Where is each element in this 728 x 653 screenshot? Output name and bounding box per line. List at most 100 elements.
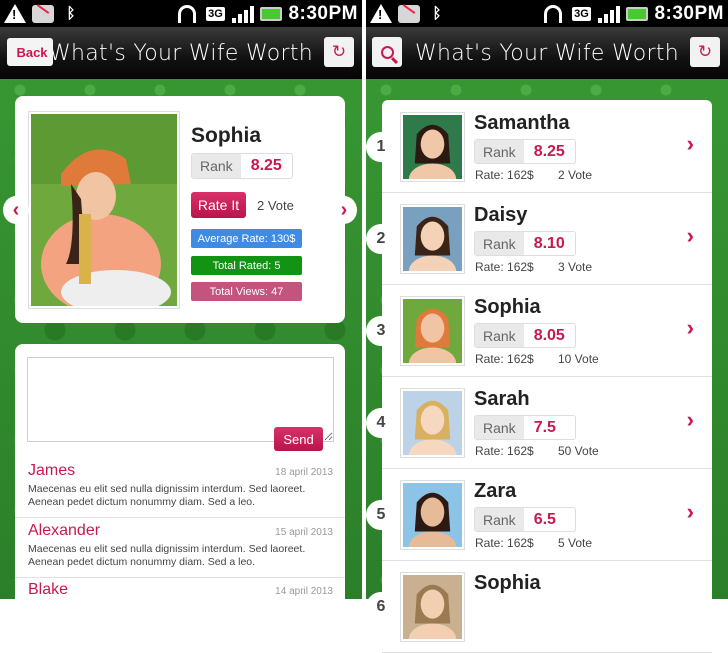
rank-value: 7.5 [533, 418, 556, 436]
title-bar: Back What's Your Wife Worth ↻ [0, 27, 362, 79]
back-button[interactable]: Back [7, 38, 53, 66]
rank-box: Rank 8.10 [474, 231, 576, 256]
app-title: What's Your Wife Worth [414, 40, 680, 66]
chevron-right-icon[interactable]: › [687, 131, 694, 157]
wife-photo [400, 296, 465, 379]
rank-box: Rank 8.05 [474, 323, 576, 348]
comment-item: James 18 april 2013 Maecenas eu elit sed… [15, 462, 345, 518]
ranking-row[interactable]: 5 Zara Rank 6.5 Rate: 162$ 5 Vote › [366, 469, 712, 563]
rank-position: 1 [366, 132, 396, 162]
missed-call-icon [398, 4, 420, 24]
chevron-left-icon: ‹ [12, 198, 20, 221]
search-icon [380, 45, 394, 59]
refresh-icon: ↻ [697, 42, 713, 61]
comment-date: 18 april 2013 [275, 467, 333, 478]
ranking-row[interactable]: 6 Sophia [366, 561, 712, 653]
bluetooth-icon: ᛒ [66, 5, 76, 22]
profile-name: Sophia [191, 124, 262, 147]
profile-photo [28, 111, 180, 314]
alert-icon [370, 4, 392, 24]
rank-label: Rank [475, 508, 524, 531]
rate-text: Rate: 162$ [475, 444, 534, 458]
search-button[interactable] [372, 37, 402, 67]
rank-value: 8.10 [533, 234, 565, 252]
wife-photo [400, 388, 465, 471]
comment-author: James [28, 462, 76, 479]
wife-name: Sarah [474, 388, 530, 410]
status-bar: ᛒ 3G 8:30PM [366, 0, 728, 27]
rank-label: Rank [192, 154, 241, 178]
rank-position: 4 [366, 408, 396, 438]
comment-item: Blake 14 april 2013 [15, 581, 345, 599]
chevron-right-icon[interactable]: › [687, 499, 694, 525]
chevron-right-icon[interactable]: › [687, 315, 694, 341]
vote-count: 5 Vote [558, 536, 593, 550]
rank-box: Rank 8.25 [474, 139, 576, 164]
wife-photo [400, 112, 465, 195]
total-views-badge: Total Views: 47 [191, 282, 302, 301]
wife-photo-image [403, 299, 462, 379]
ranking-row[interactable]: 4 Sarah Rank 7.5 Rate: 162$ 50 Vote › [366, 377, 712, 471]
comment-text: Maecenas eu elit sed nulla dignissim int… [28, 543, 306, 568]
wife-name: Zara [474, 480, 517, 502]
rank-box: Rank 8.25 [191, 153, 293, 179]
signal-icon [598, 4, 621, 24]
wife-name: Daisy [474, 204, 528, 226]
rate-text: Rate: 162$ [475, 536, 534, 550]
rank-value: 8.05 [533, 326, 565, 344]
battery-icon [626, 4, 649, 24]
rate-text: Rate: 162$ [475, 260, 534, 274]
3g-icon: 3G [572, 6, 591, 21]
rate-text: Rate: 162$ [475, 168, 534, 182]
clock: 8:30PM [288, 2, 358, 24]
ranking-row[interactable]: 2 Daisy Rank 8.10 Rate: 162$ 3 Vote › [366, 193, 712, 287]
rank-box: Rank 6.5 [474, 507, 576, 532]
wife-name: Sophia [474, 572, 541, 594]
chevron-right-icon[interactable]: › [687, 407, 694, 433]
missed-call-icon [32, 4, 54, 24]
rank-value: 6.5 [533, 510, 556, 528]
previous-arrow[interactable]: ‹ [3, 196, 29, 224]
vote-count: 2 Vote [257, 198, 294, 213]
ranking-row[interactable]: 1 Samantha Rank 8.25 Rate: 162$ 2 Vote › [366, 101, 712, 195]
send-button[interactable]: Send [274, 427, 323, 451]
wife-name: Samantha [474, 112, 570, 134]
vote-count: 50 Vote [558, 444, 599, 458]
title-bar: What's Your Wife Worth ↻ [366, 27, 728, 79]
rank-value: 8.25 [533, 142, 565, 160]
average-rate-badge: Average Rate: 130$ [191, 229, 302, 248]
total-rated-badge: Total Rated: 5 [191, 256, 302, 275]
rank-position: 5 [366, 500, 396, 530]
refresh-button[interactable]: ↻ [690, 37, 720, 67]
rank-label: Rank [475, 324, 524, 347]
chevron-right-icon[interactable]: › [687, 223, 694, 249]
rank-box: Rank 7.5 [474, 415, 576, 440]
3g-icon: 3G [206, 6, 225, 21]
wife-photo-image [403, 207, 462, 287]
wife-name: Sophia [474, 296, 541, 318]
vote-count: 2 Vote [558, 168, 593, 182]
ranking-row[interactable]: 3 Sophia Rank 8.05 Rate: 162$ 10 Vote › [366, 285, 712, 379]
clock: 8:30PM [654, 2, 724, 24]
refresh-icon: ↻ [331, 42, 347, 61]
wife-photo [400, 572, 465, 653]
rate-it-button[interactable]: Rate It [191, 192, 246, 218]
chevron-right-icon: › [340, 198, 348, 221]
vote-count: 10 Vote [558, 352, 599, 366]
wife-photo [400, 204, 465, 287]
rank-position: 2 [366, 224, 396, 254]
rank-position: 3 [366, 316, 396, 346]
next-arrow[interactable]: › [331, 196, 357, 224]
comment-author: Blake [28, 581, 69, 598]
profile-photo-image [31, 114, 177, 314]
wife-photo-image [403, 391, 462, 471]
rank-label: Rank [475, 416, 524, 439]
comment-date: 15 april 2013 [275, 527, 333, 538]
bluetooth-icon: ᛒ [432, 5, 442, 22]
refresh-button[interactable]: ↻ [324, 37, 354, 67]
status-bar: ᛒ 3G 8:30PM [0, 0, 362, 27]
rank-value: 8.25 [250, 157, 282, 174]
alert-icon [4, 4, 26, 24]
wife-photo-image [403, 483, 462, 563]
app-title: What's Your Wife Worth [48, 40, 314, 66]
